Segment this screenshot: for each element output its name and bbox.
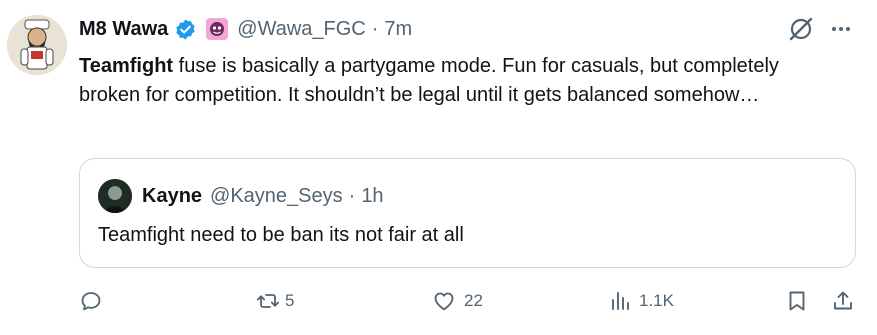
retweet-icon [256,294,280,308]
quoted-separator-dot: · [348,184,356,207]
timestamp[interactable]: 7m [384,18,412,41]
quoted-tweet-header: Kayne @Kayne_Seys · 1h [98,179,384,213]
tweet-actions: 5 22 1.1K [0,286,877,316]
share-button[interactable] [831,286,855,316]
quoted-author-avatar[interactable] [98,179,132,213]
views-button[interactable]: 1.1K [609,286,674,316]
quoted-author-handle[interactable]: @Kayne_Seys [210,185,343,208]
tweet-text-body: fuse is basically a partygame mode. Fun … [79,55,779,106]
tweet-top-actions [787,15,853,43]
like-count: 22 [464,291,483,310]
reply-icon [81,292,101,311]
retweet-count: 5 [285,291,295,310]
avatar-image-icon [7,15,67,75]
separator-dot: · [371,17,379,40]
author-name[interactable]: M8 Wawa [79,18,168,41]
share-icon [834,291,852,310]
bookmark-icon [789,291,805,311]
reply-button[interactable] [79,286,108,316]
author-handle[interactable]: @Wawa_FGC [237,18,365,41]
author-avatar[interactable] [7,15,67,75]
grok-icon[interactable] [787,15,815,43]
verified-badge-icon[interactable] [174,18,197,41]
tweet[interactable]: M8 Wawa @Wawa_FGC · 7m Teamfight fuse is… [0,0,877,335]
more-dots-icon[interactable] [829,17,853,41]
quoted-avatar-image-icon [98,179,132,213]
like-button[interactable]: 22 [432,286,483,316]
tweet-header: M8 Wawa @Wawa_FGC · 7m [79,14,412,44]
pink-emoji-badge-icon[interactable] [205,17,229,41]
quoted-timestamp[interactable]: 1h [361,185,383,208]
views-chart-icon [612,292,629,310]
heart-icon [434,292,454,311]
bookmark-button[interactable] [785,286,809,316]
quoted-tweet[interactable]: Kayne @Kayne_Seys · 1h Teamfight need to… [79,158,856,268]
tweet-text: Teamfight fuse is basically a partygame … [79,52,839,110]
quoted-author-name[interactable]: Kayne [142,185,202,208]
views-count: 1.1K [639,291,674,310]
tweet-text-bold: Teamfight [79,55,174,77]
retweet-button[interactable]: 5 [256,286,294,316]
quoted-tweet-text: Teamfight need to be ban its not fair at… [98,224,464,246]
